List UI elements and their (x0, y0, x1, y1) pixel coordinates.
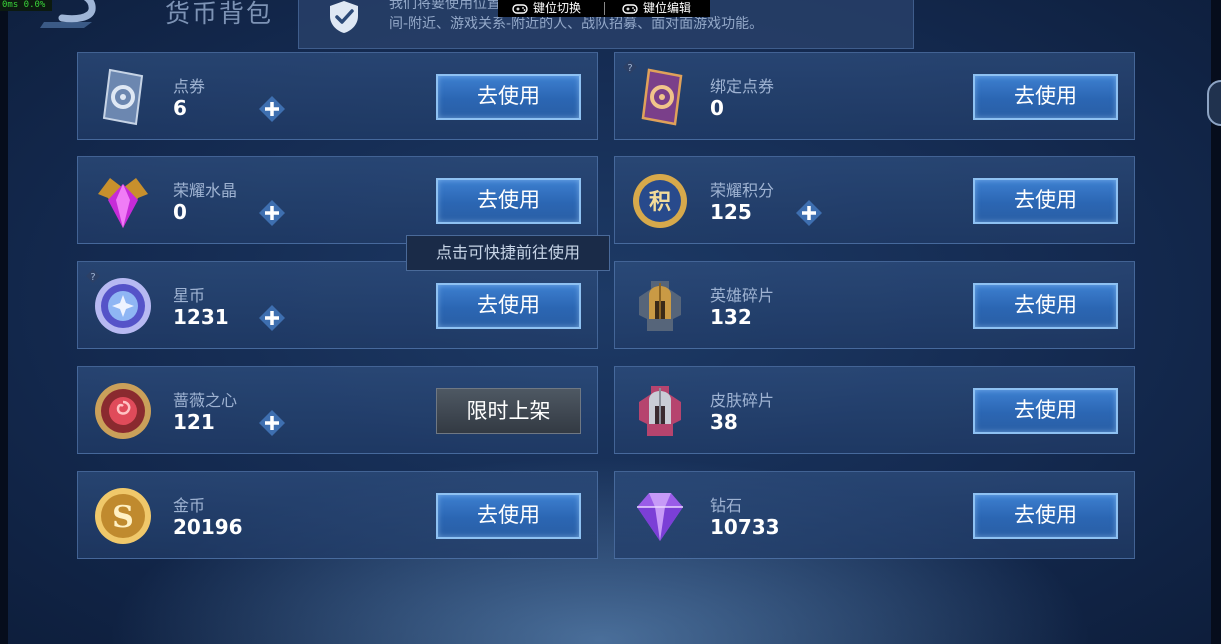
currency-card-coupon: 点券 6 去使用 (77, 52, 598, 140)
diamond-icon (637, 493, 683, 541)
quick-use-tooltip: 点击可快捷前往使用 (406, 235, 610, 271)
use-button[interactable]: 去使用 (973, 178, 1118, 224)
currency-name: 蔷薇之心 (173, 391, 238, 410)
currency-card-diamond: 钻石 10733 去使用 (614, 471, 1135, 559)
glory-points-medal-icon: 积 (633, 174, 687, 228)
use-button[interactable]: 去使用 (973, 388, 1118, 434)
gold-coin-icon: S (95, 488, 151, 544)
currency-name: 皮肤碎片 (710, 391, 775, 410)
back-arrow-icon[interactable] (36, 0, 100, 30)
currency-amount: 125 (710, 200, 752, 224)
currency-amount: 6 (173, 96, 187, 120)
use-button[interactable]: 去使用 (436, 493, 581, 539)
use-button[interactable]: 去使用 (973, 74, 1118, 120)
currency-name: 荣耀积分 (710, 181, 775, 200)
add-plus-icon[interactable] (795, 199, 823, 227)
svg-text:积: 积 (649, 190, 671, 215)
currency-name: 英雄碎片 (710, 286, 775, 305)
use-button[interactable]: 去使用 (436, 283, 581, 329)
bound-coupon-card-icon (641, 68, 683, 126)
key-switch-label: 键位切换 (533, 1, 582, 15)
key-edit-label: 键位编辑 (643, 1, 692, 15)
limited-time-button[interactable]: 限时上架 (436, 388, 581, 434)
currency-amount: 132 (710, 305, 752, 329)
currency-amount: 121 (173, 410, 215, 434)
currency-amount: 0 (173, 200, 187, 224)
currency-card-skin-shard: 皮肤碎片 38 去使用 (614, 366, 1135, 454)
left-letterbox (0, 0, 8, 644)
currency-card-bound-coupon: ? 绑定点券 0 去使用 (614, 52, 1135, 140)
add-plus-icon[interactable] (258, 409, 286, 437)
currency-amount: 20196 (173, 515, 243, 539)
currency-amount: 1231 (173, 305, 229, 329)
currency-card-gold-coin: S 金币 20196 去使用 (77, 471, 598, 559)
svg-text:S: S (112, 500, 134, 535)
add-plus-icon[interactable] (258, 304, 286, 332)
coupon-card-icon (102, 68, 144, 126)
currency-name: 星币 (173, 286, 206, 305)
keymap-overlay-bar: 键位切换 键位编辑 (498, 0, 710, 17)
currency-name: 点券 (173, 77, 206, 96)
currency-card-rose-heart: 蔷薇之心 121 限时上架 (77, 366, 598, 454)
overlay-divider (604, 2, 605, 15)
currency-name: 钻石 (710, 496, 743, 515)
gamepad-icon (512, 3, 528, 14)
skin-shard-helmet-icon (639, 386, 681, 436)
currency-amount: 38 (710, 410, 738, 434)
currency-bag-screen: 0ms 0.0% 货币背包 我们将要使用位置信息…………荣耀战区、组队房 间-附… (0, 0, 1221, 644)
rose-heart-icon (95, 383, 151, 439)
currency-name: 荣耀水晶 (173, 181, 238, 200)
star-coin-icon (95, 278, 151, 334)
hero-shard-helmet-icon (639, 281, 681, 331)
currency-card-glory-points: 积 荣耀积分 125 去使用 (614, 156, 1135, 244)
use-button[interactable]: 去使用 (436, 178, 581, 224)
use-button[interactable]: 去使用 (973, 283, 1118, 329)
currency-card-star-coin: ? 星币 1231 去使用 (77, 261, 598, 349)
use-button[interactable]: 去使用 (436, 74, 581, 120)
key-edit-button[interactable]: 键位编辑 (622, 0, 691, 17)
currency-name: 金币 (173, 496, 206, 515)
shield-check-icon (330, 1, 358, 33)
use-button[interactable]: 去使用 (973, 493, 1118, 539)
key-switch-button[interactable]: 键位切换 (512, 0, 581, 17)
gamepad-icon (622, 3, 638, 14)
glory-crystal-icon (98, 178, 148, 228)
floating-ball-handle[interactable] (1207, 80, 1221, 126)
currency-amount: 10733 (710, 515, 780, 539)
add-plus-icon[interactable] (258, 95, 286, 123)
add-plus-icon[interactable] (258, 199, 286, 227)
currency-card-hero-shard: 英雄碎片 132 去使用 (614, 261, 1135, 349)
currency-amount: 0 (710, 96, 724, 120)
currency-name: 绑定点券 (710, 77, 775, 96)
page-title: 货币背包 (165, 0, 274, 28)
currency-card-glory-crystal: 荣耀水晶 0 去使用 (77, 156, 598, 244)
